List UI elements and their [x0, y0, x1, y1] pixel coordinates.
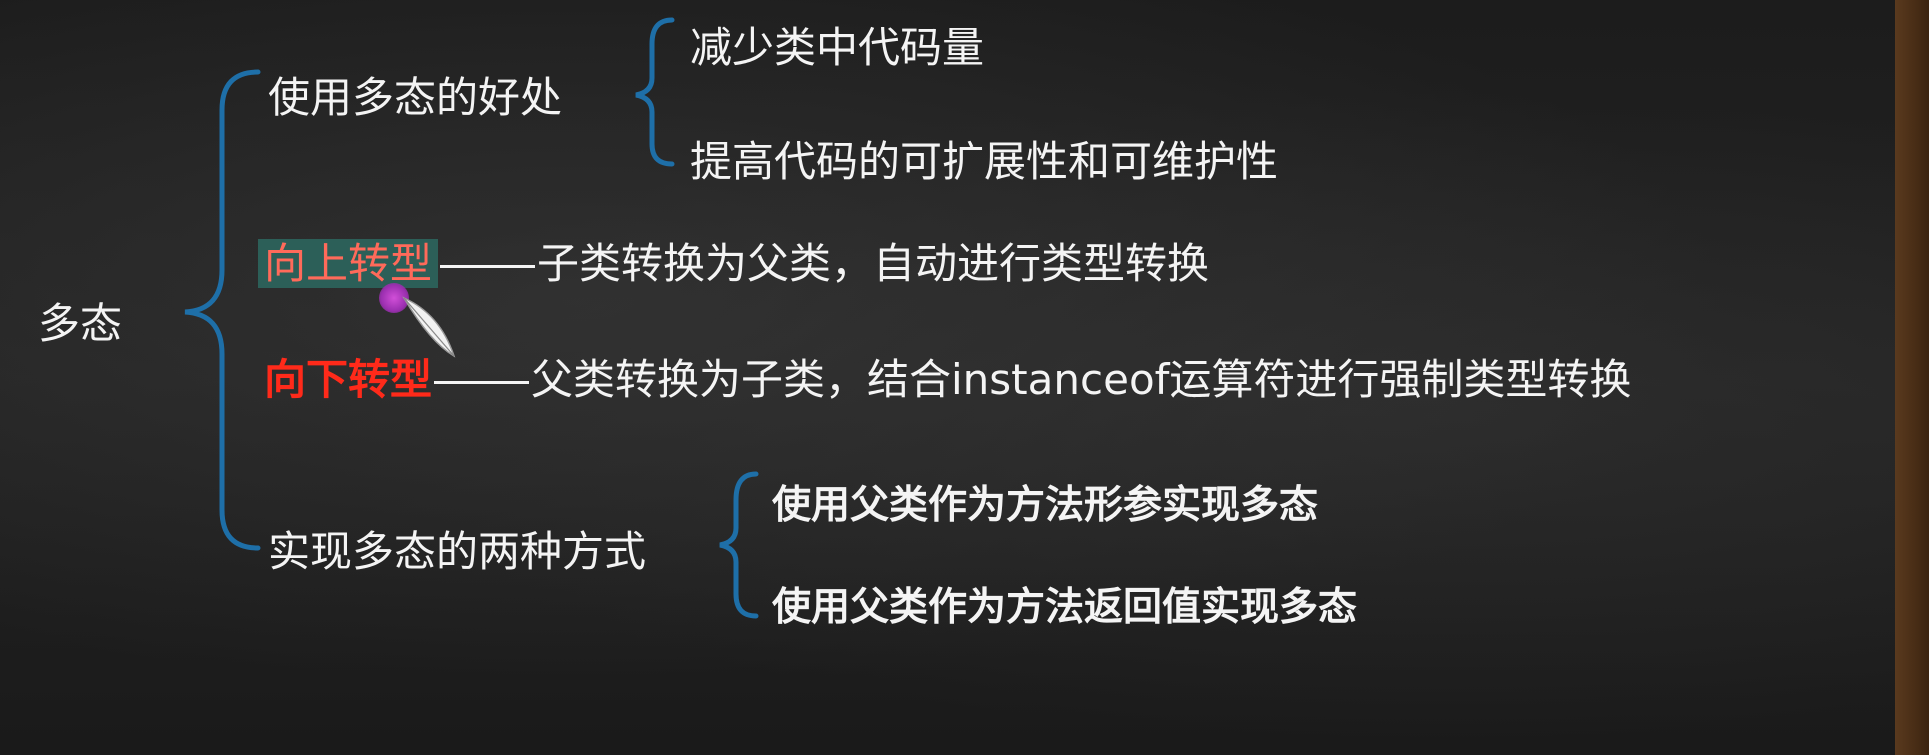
- benefit-item-1: 减少类中代码量: [690, 23, 985, 72]
- ways-item-1: 使用父类作为方法形参实现多态: [772, 483, 1319, 528]
- benefit-item-2: 提高代码的可扩展性和可维护性: [690, 137, 1279, 186]
- ways-label: 实现多态的两种方式: [268, 527, 647, 576]
- root-label: 多态: [38, 299, 123, 348]
- benefits-brace: [635, 17, 675, 167]
- main-brace: [184, 69, 261, 551]
- dash-line: [440, 265, 536, 268]
- benefits-label: 使用多态的好处: [268, 73, 563, 122]
- downcast-row: 向下转型 父类转换为子类，结合instanceof运算符进行强制类型转换: [264, 346, 1631, 407]
- dash-line: [434, 381, 530, 384]
- quill-cursor-icon: [402, 296, 456, 358]
- ways-brace: [719, 471, 759, 619]
- downcast-description: 父类转换为子类，结合instanceof运算符进行强制类型转换: [531, 355, 1632, 404]
- ways-item-2: 使用父类作为方法返回值实现多态: [772, 585, 1358, 630]
- chalkboard: 多态 使用多态的好处 减少类中代码量 提高代码的可扩展性和可维护性 向上转型 子类…: [0, 0, 1929, 755]
- upcast-row: 向上转型 子类转换为父类，自动进行类型转换: [258, 230, 1209, 291]
- upcast-term: 向上转型: [258, 239, 439, 288]
- upcast-description: 子类转换为父类，自动进行类型转换: [537, 239, 1210, 288]
